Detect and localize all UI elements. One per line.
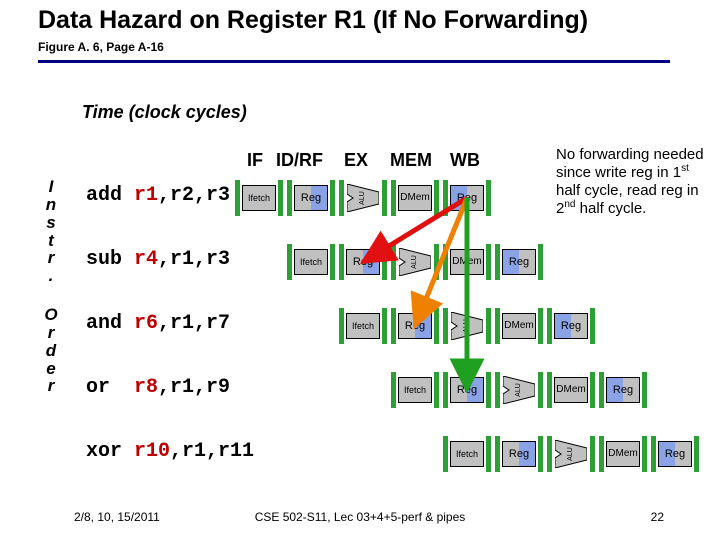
clock-cell: Reg (442, 372, 492, 408)
stage-alu-icon: ALU (503, 376, 535, 404)
time-axis-label: Time (clock cycles) (82, 102, 247, 123)
stage-dmem-icon: DMem (554, 377, 588, 403)
clock-cell: ALU (338, 180, 388, 216)
instruction-3: and r6,r1,r7 (86, 312, 230, 335)
clock-cell: ALU (546, 436, 596, 472)
stage-alu-icon: ALU (399, 248, 431, 276)
clock-cell: ALU (494, 372, 544, 408)
clock-cell: ALU (442, 308, 492, 344)
stage-reg-icon: Reg (450, 185, 484, 211)
instruction-2: sub r4,r1,r3 (86, 248, 230, 271)
stage-header-wb: WB (450, 150, 480, 171)
instruction-1: add r1,r2,r3 (86, 184, 230, 207)
stage-alu-icon: ALU (555, 440, 587, 468)
stage-reg-icon: Reg (398, 313, 432, 339)
stage-alu-icon: ALU (347, 184, 379, 212)
clock-cell: DMem (390, 180, 440, 216)
clock-cell: DMem (546, 372, 596, 408)
stage-header-mem: MEM (390, 150, 432, 171)
stage-reg-icon: Reg (502, 249, 536, 275)
figure-ref: Figure A. 6, Page A-16 (38, 40, 164, 54)
clock-cell: DMem (598, 436, 648, 472)
stage-reg-icon: Reg (450, 377, 484, 403)
pipeline-row: Ifetch Reg ALU DMem Reg (338, 308, 598, 344)
clock-cell: Ifetch (338, 308, 388, 344)
stage-header-id: ID/RF (276, 150, 323, 171)
annotation-text: No forwarding needed since write reg in … (556, 146, 714, 217)
clock-cell: Reg (494, 436, 544, 472)
stage-dmem-icon: DMem (450, 249, 484, 275)
stage-dmem-icon: DMem (502, 313, 536, 339)
clock-cell: Reg (442, 180, 492, 216)
stage-reg-icon: Reg (346, 249, 380, 275)
stage-if-icon: Ifetch (450, 441, 484, 467)
page-title: Data Hazard on Register R1 (If No Forwar… (38, 6, 588, 35)
stage-reg-icon: Reg (502, 441, 536, 467)
clock-cell: Reg (286, 180, 336, 216)
stage-alu-icon: ALU (451, 312, 483, 340)
stage-if-icon: Ifetch (346, 313, 380, 339)
stage-dmem-icon: DMem (606, 441, 640, 467)
clock-cell: ALU (390, 244, 440, 280)
instruction-4: or r8,r1,r9 (86, 376, 230, 399)
clock-cell: Reg (650, 436, 700, 472)
title-underline (38, 60, 670, 63)
stage-reg-icon: Reg (606, 377, 640, 403)
side-label-order: Order (44, 306, 58, 395)
stage-if-icon: Ifetch (294, 249, 328, 275)
instruction-5: xor r10,r1,r11 (86, 440, 254, 463)
footer-slidenum: 22 (651, 510, 664, 524)
stage-if-icon: Ifetch (398, 377, 432, 403)
stage-header-if: IF (247, 150, 263, 171)
stage-reg-icon: Reg (554, 313, 588, 339)
pipeline-row: Ifetch Reg ALU DMem Reg (390, 372, 650, 408)
clock-cell: DMem (442, 244, 492, 280)
footer-course: CSE 502-S11, Lec 03+4+5-perf & pipes (0, 510, 720, 524)
clock-cell: Reg (546, 308, 596, 344)
clock-cell: Ifetch (286, 244, 336, 280)
stage-header-ex: EX (344, 150, 368, 171)
side-label-instr: Instr. (44, 178, 58, 285)
stage-if-icon: Ifetch (242, 185, 276, 211)
clock-cell: Ifetch (390, 372, 440, 408)
pipeline-row: Ifetch Reg ALU DMem Reg (286, 244, 546, 280)
stage-reg-icon: Reg (658, 441, 692, 467)
clock-cell: Reg (338, 244, 388, 280)
clock-cell: Reg (390, 308, 440, 344)
clock-cell: DMem (494, 308, 544, 344)
clock-cell: Reg (494, 244, 544, 280)
clock-cell: Ifetch (442, 436, 492, 472)
title-main: Data Hazard on Register R1 (38, 6, 366, 34)
clock-cell: Reg (598, 372, 648, 408)
pipeline-row: Ifetch Reg ALU DMem Reg (234, 180, 494, 216)
stage-reg-icon: Reg (294, 185, 328, 211)
stage-dmem-icon: DMem (398, 185, 432, 211)
pipeline-row: Ifetch Reg ALU DMem Reg (442, 436, 702, 472)
clock-cell: Ifetch (234, 180, 284, 216)
title-paren: (If No Forwarding) (373, 6, 588, 34)
